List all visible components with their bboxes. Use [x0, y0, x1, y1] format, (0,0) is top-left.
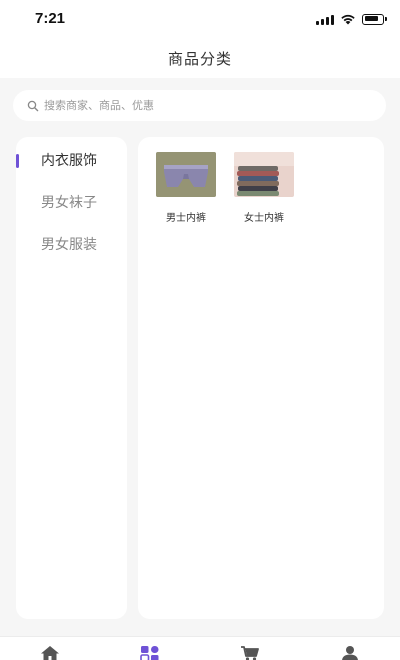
signal-icon [316, 14, 334, 25]
category-item-socks[interactable]: 男女袜子 [16, 182, 127, 224]
battery-icon [362, 13, 387, 25]
tab-profile[interactable] [340, 645, 360, 660]
page-header: 商品分类 [0, 40, 400, 78]
product-name: 男士内裤 [166, 213, 206, 224]
tab-home[interactable] [40, 645, 60, 660]
womens-underwear-image [234, 152, 294, 197]
category-icon [140, 646, 159, 660]
status-icons [316, 13, 387, 25]
category-label: 内衣服饰 [41, 153, 97, 169]
status-bar: 7:21 [0, 0, 400, 40]
tab-cart[interactable] [240, 645, 260, 660]
category-list: 内衣服饰 男女袜子 男女服装 [16, 137, 127, 266]
product-name: 女士内裤 [244, 213, 284, 224]
product-card-mens-underwear[interactable]: 男士内裤 [156, 152, 216, 224]
search-input[interactable] [44, 99, 344, 112]
product-grid: 男士内裤 女士内裤 [156, 152, 294, 224]
user-icon [342, 646, 358, 660]
app-screen: 7:21 商品分类 内衣服饰 [0, 0, 400, 660]
wifi-icon [341, 14, 355, 25]
category-label: 男女服装 [41, 237, 97, 253]
bottom-tab-bar [0, 636, 400, 660]
cart-icon [241, 646, 259, 660]
product-card-womens-underwear[interactable]: 女士内裤 [234, 152, 294, 224]
category-label: 男女袜子 [41, 195, 97, 211]
mens-underwear-image [156, 152, 216, 197]
tab-category[interactable] [140, 645, 160, 660]
category-item-underwear[interactable]: 内衣服饰 [16, 140, 127, 182]
search-icon [27, 100, 39, 111]
category-item-clothing[interactable]: 男女服装 [16, 224, 127, 266]
search-bar[interactable] [13, 90, 386, 121]
home-icon [41, 646, 59, 660]
status-time: 7:21 [35, 10, 66, 27]
category-sidebar: 内衣服饰 男女袜子 男女服装 [16, 137, 127, 619]
product-panel: 男士内裤 女士内裤 [138, 137, 384, 619]
page-title: 商品分类 [167, 50, 232, 68]
